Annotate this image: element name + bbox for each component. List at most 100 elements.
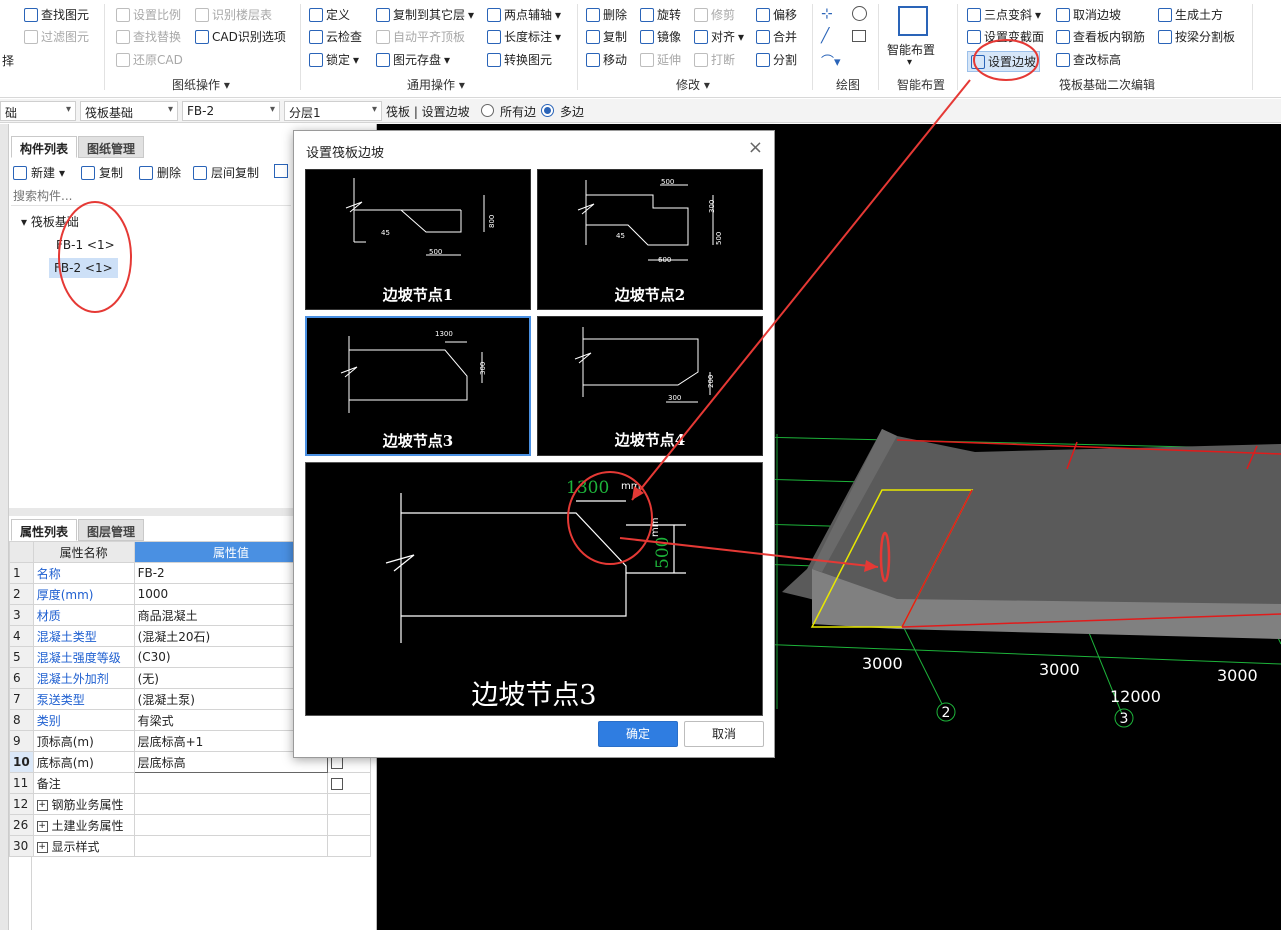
breadcrumb: 筏板 | 设置边坡 bbox=[386, 105, 470, 119]
checkbox[interactable] bbox=[331, 777, 344, 790]
copy-button[interactable]: 复制 bbox=[586, 28, 627, 45]
convert-element-button[interactable]: 转换图元 bbox=[487, 51, 552, 68]
view-rebar-button[interactable]: 查看板内钢筋 bbox=[1056, 28, 1145, 45]
auto-align-top-button[interactable]: 自动平齐顶板 bbox=[376, 28, 465, 45]
smart-layout-icon[interactable] bbox=[898, 6, 928, 36]
group-label-draw: 绘图 bbox=[836, 78, 861, 92]
lock-button[interactable]: 锁定 ▾ bbox=[309, 51, 359, 68]
find-replace-button[interactable]: 查找替换 bbox=[116, 28, 181, 45]
rotate-button[interactable]: 旋转 bbox=[640, 6, 681, 23]
offset-button[interactable]: 偏移 bbox=[756, 6, 797, 23]
property-group[interactable]: + 钢筋业务属性 bbox=[32, 793, 135, 815]
table-row[interactable]: 11 备注 bbox=[9, 772, 371, 794]
ok-button[interactable]: 确定 bbox=[598, 721, 678, 747]
floor-copy-button[interactable]: 层间复制 bbox=[193, 164, 259, 181]
slope-icon bbox=[967, 7, 981, 22]
close-icon[interactable]: × bbox=[748, 137, 763, 158]
checkbox[interactable] bbox=[331, 756, 344, 769]
axis-icon bbox=[487, 7, 501, 22]
move-button[interactable]: 移动 bbox=[586, 51, 627, 68]
break-button[interactable]: 打断 bbox=[694, 51, 735, 68]
set-scale-button[interactable]: 设置比例 bbox=[116, 6, 181, 23]
length-dimension-button[interactable]: 长度标注 ▾ bbox=[487, 28, 561, 45]
define-button[interactable]: 定义 bbox=[309, 6, 350, 23]
trim-button[interactable]: 修剪 bbox=[694, 6, 735, 23]
three-point-slope-button[interactable]: 三点变斜 ▾ bbox=[967, 6, 1041, 23]
line-draw-icon[interactable]: ╱ bbox=[821, 28, 829, 44]
row-number: 6 bbox=[9, 667, 34, 689]
mirror-button[interactable]: 镜像 bbox=[640, 28, 681, 45]
variable-section-button[interactable]: 设置变截面 bbox=[967, 28, 1044, 45]
delete-component-button[interactable]: 删除 bbox=[139, 164, 181, 181]
slope-node-2-thumb[interactable]: 500 300 45 500 600 边坡节点2 bbox=[537, 169, 763, 310]
set-slope-button[interactable]: 设置边坡 bbox=[967, 51, 1041, 72]
smart-layout-button[interactable]: 智能布置 bbox=[887, 41, 935, 58]
cad-options-button[interactable]: CAD识别选项 bbox=[195, 28, 286, 45]
copy-component-button[interactable]: 复制 bbox=[81, 164, 123, 181]
copy-to-floor-button[interactable]: 复制到其它层 ▾ bbox=[376, 6, 474, 23]
row-number: 7 bbox=[9, 688, 34, 710]
split-button[interactable]: 分割 bbox=[756, 51, 797, 68]
slope-node-4-thumb[interactable]: 200 300 边坡节点4 bbox=[537, 316, 763, 456]
extend-button[interactable]: 延伸 bbox=[640, 51, 681, 68]
property-tabs: 属性列表 图层管理 bbox=[11, 519, 145, 541]
generate-earthwork-button[interactable]: 生成土方 bbox=[1158, 6, 1223, 23]
tree-item-fb2[interactable]: FB-2 <1> bbox=[49, 258, 118, 278]
property-name: 泵送类型 bbox=[32, 688, 135, 710]
cancel-slope-button[interactable]: 取消边坡 bbox=[1056, 6, 1121, 23]
point-draw-icon[interactable]: ⊹ bbox=[821, 6, 833, 22]
filter-element-button[interactable]: 过滤图元 bbox=[24, 28, 89, 45]
tree-item-fb1[interactable]: FB-1 <1> bbox=[53, 237, 118, 253]
tab-component-list[interactable]: 构件列表 bbox=[11, 136, 78, 158]
table-row[interactable]: 30 + 显示样式 bbox=[9, 835, 371, 857]
component-select[interactable]: FB-2 bbox=[182, 101, 280, 121]
more-tools-icon[interactable] bbox=[274, 164, 288, 178]
find-element-button[interactable]: 查找图元 bbox=[24, 6, 89, 23]
move-icon bbox=[586, 52, 600, 67]
radio-multi-edges[interactable] bbox=[541, 104, 554, 117]
property-name: 顶标高(m) bbox=[32, 730, 135, 752]
two-point-axis-button[interactable]: 两点辅轴 ▾ bbox=[487, 6, 561, 23]
property-name: 材质 bbox=[32, 604, 135, 626]
property-value[interactable] bbox=[133, 772, 329, 794]
tab-layer-manage[interactable]: 图层管理 bbox=[78, 519, 145, 541]
property-group[interactable]: + 显示样式 bbox=[32, 835, 135, 857]
layer-select[interactable]: 分层1 bbox=[284, 101, 382, 121]
tab-property-list[interactable]: 属性列表 bbox=[11, 519, 78, 541]
ribbon-divider bbox=[957, 4, 958, 90]
expand-icon[interactable]: + bbox=[36, 820, 48, 832]
identify-floor-table-button[interactable]: 识别楼层表 bbox=[195, 6, 272, 23]
restore-cad-button[interactable]: 还原CAD bbox=[116, 51, 183, 68]
rotate-icon bbox=[640, 7, 654, 22]
edit-elevation-button[interactable]: 查改标高 bbox=[1056, 51, 1121, 68]
tree-root[interactable]: ▾ 筏板基础 bbox=[21, 213, 79, 230]
arc-draw-icon[interactable]: ⌒▾ bbox=[821, 51, 841, 70]
new-button[interactable]: 新建 ▾ bbox=[13, 164, 65, 181]
table-row[interactable]: 26 + 土建业务属性 bbox=[9, 814, 371, 836]
smart-layout-dropdown[interactable]: ▾ bbox=[907, 57, 912, 68]
align-button[interactable]: 对齐 ▾ bbox=[694, 28, 744, 45]
property-group[interactable]: + 土建业务属性 bbox=[32, 814, 135, 836]
filter-icon bbox=[24, 29, 38, 44]
radio-all-edges[interactable] bbox=[481, 104, 494, 117]
element-save-button[interactable]: 图元存盘 ▾ bbox=[376, 51, 450, 68]
table-row[interactable]: 12 + 钢筋业务属性 bbox=[9, 793, 371, 815]
cancel-button[interactable]: 取消 bbox=[684, 721, 764, 747]
tab-drawing-manage[interactable]: 图纸管理 bbox=[78, 136, 145, 158]
property-value bbox=[133, 793, 329, 815]
row-option bbox=[327, 814, 371, 836]
merge-button[interactable]: 合并 bbox=[756, 28, 797, 45]
slope-node-1-thumb[interactable]: 800 45 500 边坡节点1 bbox=[305, 169, 531, 310]
component-search-input[interactable] bbox=[11, 186, 291, 206]
ribbon-divider bbox=[577, 4, 578, 90]
circle-draw-icon[interactable] bbox=[852, 6, 867, 21]
slope-node-3-thumb[interactable]: 1300 300 边坡节点3 bbox=[305, 316, 531, 456]
rect-draw-icon[interactable] bbox=[852, 30, 866, 42]
category-select[interactable]: 础 bbox=[0, 101, 76, 121]
cloud-check-button[interactable]: 云检查 bbox=[309, 28, 362, 45]
delete-button[interactable]: 删除 bbox=[586, 6, 627, 23]
component-type-select[interactable]: 筏板基础 bbox=[80, 101, 178, 121]
split-by-beam-button[interactable]: 按梁分割板 bbox=[1158, 28, 1235, 45]
expand-icon[interactable]: + bbox=[36, 799, 48, 811]
expand-icon[interactable]: + bbox=[36, 841, 48, 853]
